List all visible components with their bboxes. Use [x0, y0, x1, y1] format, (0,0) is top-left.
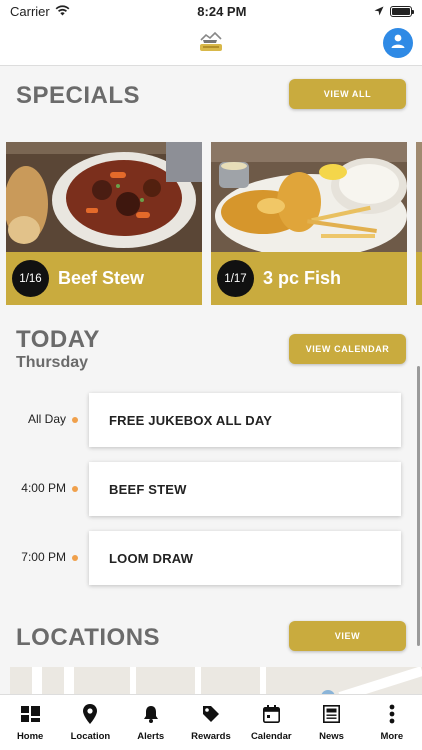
status-bar: Carrier 8:24 PM — [0, 0, 422, 22]
event-time: 4:00 PM — [21, 481, 66, 495]
newspaper-icon — [322, 704, 342, 724]
bell-icon — [141, 704, 161, 724]
locations-title: LOCATIONS — [16, 624, 161, 651]
app-header — [0, 22, 422, 66]
fish-and-chips-photo — [211, 142, 407, 252]
view-calendar-button[interactable]: VIEW CALENDAR — [289, 334, 406, 364]
beef-stew-photo — [6, 142, 202, 252]
dashboard-icon — [20, 704, 40, 724]
event-dot — [72, 417, 78, 423]
tab-label: Alerts — [137, 731, 165, 742]
tab-home[interactable]: Home — [0, 695, 60, 750]
tab-label: Rewards — [191, 731, 231, 742]
tab-calendar[interactable]: Calendar — [241, 695, 301, 750]
tab-label: News — [319, 731, 344, 742]
scrollbar[interactable] — [417, 366, 420, 646]
user-icon — [390, 33, 406, 54]
special-card[interactable]: 1/16 Beef Stew — [6, 142, 202, 305]
special-name: 3 pc Fish — [263, 268, 342, 288]
tab-rewards[interactable]: Rewards — [181, 695, 241, 750]
event-dot — [72, 555, 78, 561]
tab-alerts[interactable]: Alerts — [121, 695, 181, 750]
event-row: 7:00 PM LOOM DRAW — [0, 531, 422, 585]
home-content[interactable]: SPECIALS VIEW ALL 1/16 Beef Stew 1/17 3 … — [0, 66, 422, 694]
clock: 8:24 PM — [197, 3, 247, 19]
calendar-icon — [261, 704, 281, 724]
special-card[interactable]: 1/17 3 pc Fish — [211, 142, 407, 305]
event-dot — [72, 486, 78, 492]
tab-news[interactable]: News — [301, 695, 361, 750]
tag-icon — [201, 704, 221, 724]
locations-map[interactable] — [10, 667, 422, 694]
event-row: All Day FREE JUKEBOX ALL DAY — [0, 393, 422, 447]
location-arrow-icon — [374, 4, 384, 19]
special-card-peek[interactable] — [416, 142, 422, 305]
tab-more[interactable]: More — [362, 695, 422, 750]
event-row: 4:00 PM BEEF STEW — [0, 462, 422, 516]
special-date: 1/16 — [12, 260, 49, 297]
special-name: Beef Stew — [58, 268, 145, 288]
tab-label: Location — [70, 731, 111, 742]
status-left: Carrier — [10, 4, 70, 19]
view-all-specials-button[interactable]: VIEW ALL — [289, 79, 406, 109]
bar-logo[interactable] — [197, 30, 225, 54]
status-right — [374, 4, 414, 19]
special-footer: 1/17 3 pc Fish — [211, 252, 407, 305]
tab-label: Calendar — [250, 731, 292, 742]
battery-icon — [390, 5, 414, 17]
view-locations-button[interactable]: VIEW — [289, 621, 406, 651]
tab-bar: Home Location Alerts Rewards Calendar Ne… — [0, 694, 422, 750]
map-pin-icon — [80, 704, 100, 724]
more-vertical-icon — [382, 704, 402, 724]
wifi-icon — [55, 4, 70, 19]
event-time: 7:00 PM — [21, 550, 66, 564]
special-date: 1/17 — [217, 260, 254, 297]
today-day: Thursday — [16, 354, 89, 371]
tab-label: More — [380, 731, 404, 742]
carrier-label: Carrier — [10, 3, 50, 19]
event-time: All Day — [27, 412, 66, 426]
special-footer: 1/16 Beef Stew — [6, 252, 202, 305]
event-card[interactable]: FREE JUKEBOX ALL DAY — [89, 393, 401, 447]
event-card[interactable]: LOOM DRAW — [89, 531, 401, 585]
tab-label: Home — [16, 731, 44, 742]
specials-title: SPECIALS — [16, 82, 141, 109]
event-card[interactable]: BEEF STEW — [89, 462, 401, 516]
today-title: TODAY — [16, 326, 100, 353]
profile-button[interactable] — [383, 28, 413, 58]
tab-location[interactable]: Location — [60, 695, 120, 750]
